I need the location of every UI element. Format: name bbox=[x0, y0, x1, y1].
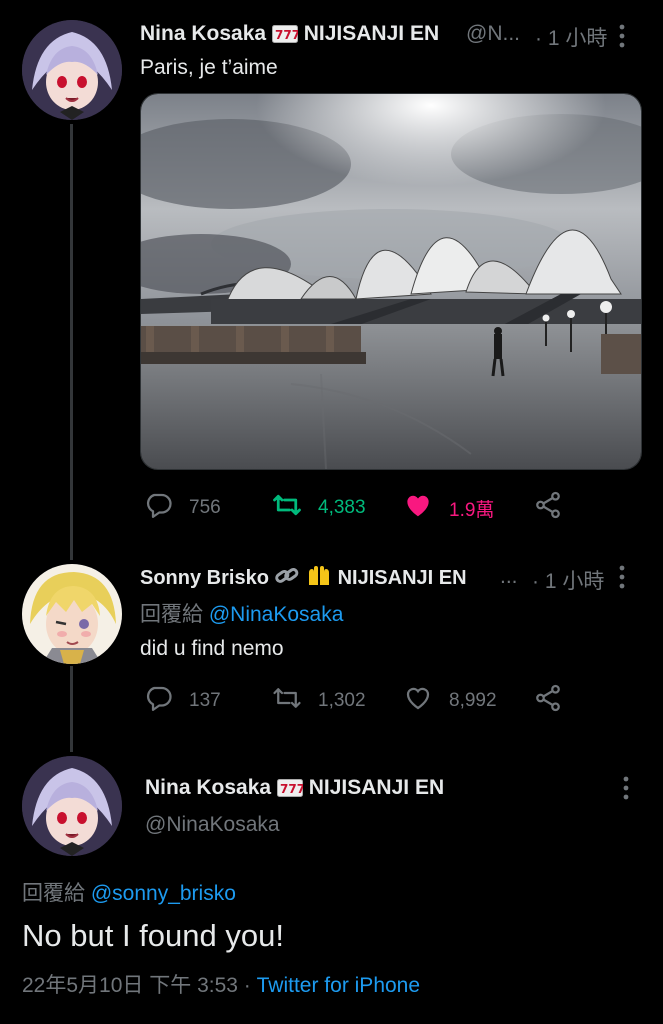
main-source[interactable]: Twitter for iPhone bbox=[257, 974, 420, 997]
main-reply-mention[interactable]: @sonny_brisko bbox=[91, 882, 236, 905]
slot-machine-emoji: 777 bbox=[276, 779, 305, 803]
tweet2-share-action[interactable] bbox=[533, 683, 563, 719]
tweet1-like-action[interactable]: 1.9萬 bbox=[403, 490, 494, 526]
tweet1-author-name[interactable]: Nina Kosaka 777 NIJISANJI EN bbox=[140, 22, 439, 49]
more-icon[interactable] bbox=[618, 24, 626, 53]
tweet1-reply-count: 756 bbox=[189, 497, 221, 518]
tweet2-name-text: Sonny Brisko bbox=[140, 567, 269, 589]
more-icon[interactable] bbox=[618, 565, 626, 594]
tweet2-org-text: NIJISANJI EN bbox=[337, 567, 467, 589]
raised-hands-emoji bbox=[306, 565, 332, 593]
tweet1-photo[interactable] bbox=[140, 93, 642, 470]
tweet1-retweet-action[interactable]: 4,383 bbox=[272, 490, 366, 526]
tweet2-time[interactable]: · 1 小時 bbox=[532, 565, 604, 595]
tweet1-name-text: Nina Kosaka bbox=[140, 22, 267, 45]
tweet1-header: Nina Kosaka 777 NIJISANJI EN @N... · 1 小… bbox=[140, 20, 640, 52]
tweet1-retweet-count: 4,383 bbox=[318, 497, 366, 518]
svg-text:777: 777 bbox=[275, 28, 298, 42]
avatar-sonny[interactable] bbox=[22, 564, 122, 664]
tweet2-text: did u find nemo bbox=[140, 637, 284, 660]
main-timestamp[interactable]: 22年5月10日 下午 3:53 bbox=[22, 974, 238, 997]
main-reply-to: 回覆給 @sonny_brisko bbox=[22, 877, 236, 907]
tweet2-reply-action[interactable]: 137 bbox=[143, 683, 221, 719]
tweet1-text: Paris, je t’aime bbox=[140, 56, 278, 79]
thread-line-2 bbox=[70, 666, 73, 752]
tweet1-like-count: 1.9萬 bbox=[449, 499, 495, 521]
tweet1-time[interactable]: · 1 小時 bbox=[535, 22, 607, 52]
tweet2-retweet-action[interactable]: 1,302 bbox=[272, 683, 366, 719]
more-icon[interactable] bbox=[622, 776, 630, 805]
reply-icon bbox=[143, 683, 173, 719]
share-icon bbox=[533, 490, 563, 526]
avatar-nina[interactable] bbox=[22, 20, 122, 120]
tweet2-retweet-count: 1,302 bbox=[318, 690, 366, 711]
tweet1-reply-action[interactable]: 756 bbox=[143, 490, 221, 526]
tweet1-handle[interactable]: @N... bbox=[466, 22, 520, 46]
main-meta: 22年5月10日 下午 3:53 · Twitter for iPhone bbox=[22, 969, 420, 999]
tweet2-header: Sonny Brisko NIJISANJI EN ... · 1 小時 bbox=[140, 563, 640, 595]
retweet-icon bbox=[272, 490, 302, 526]
main-reply-prefix: 回覆給 bbox=[22, 882, 85, 905]
tweet2-reply-count: 137 bbox=[189, 690, 221, 711]
main-tweet-text: No but I found you! bbox=[22, 918, 284, 953]
avatar-nina-main[interactable] bbox=[22, 756, 122, 856]
share-icon bbox=[533, 683, 563, 719]
main-separator: · bbox=[243, 974, 251, 997]
tweet2-reply-mention[interactable]: @NinaKosaka bbox=[209, 603, 344, 626]
like-icon bbox=[403, 490, 433, 526]
tweet1-share-action[interactable] bbox=[533, 490, 563, 526]
tweet2-handle-truncated[interactable]: ... bbox=[500, 565, 518, 589]
retweet-icon bbox=[272, 683, 302, 719]
link-emoji bbox=[274, 565, 300, 593]
main-author-name[interactable]: Nina Kosaka 777 NIJISANJI EN bbox=[145, 776, 444, 803]
tweet2-like-action[interactable]: 8,992 bbox=[403, 683, 497, 719]
main-org-text: NIJISANJI EN bbox=[308, 776, 445, 799]
tweet2-reply-prefix: 回覆給 bbox=[140, 603, 203, 626]
tweet2-author-name[interactable]: Sonny Brisko NIJISANJI EN bbox=[140, 565, 467, 593]
thread-line-1 bbox=[70, 124, 73, 560]
like-icon bbox=[403, 683, 433, 719]
tweet2-like-count: 8,992 bbox=[449, 690, 497, 711]
opera-house-photo bbox=[141, 94, 641, 469]
svg-text:777: 777 bbox=[280, 782, 303, 796]
tweet2-reply-to: 回覆給 @NinaKosaka bbox=[140, 598, 343, 628]
slot-machine-emoji: 777 bbox=[271, 25, 300, 49]
main-name-text: Nina Kosaka bbox=[145, 776, 272, 799]
main-handle[interactable]: @NinaKosaka bbox=[145, 813, 280, 837]
reply-icon bbox=[143, 490, 173, 526]
tweet1-org-text: NIJISANJI EN bbox=[303, 22, 440, 45]
